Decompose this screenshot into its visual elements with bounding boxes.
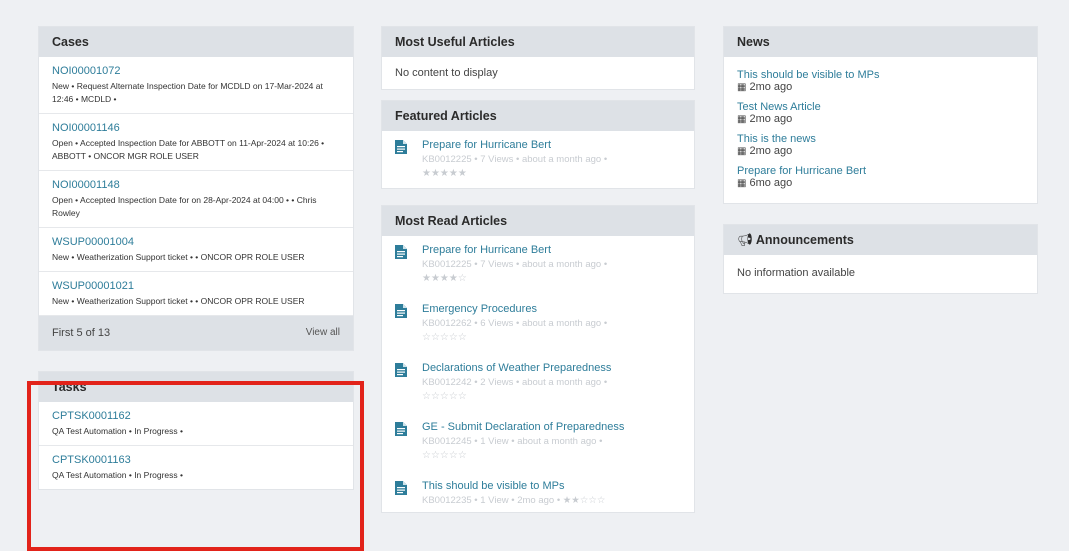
news-panel: News This should be visible to MPs ▦ 2mo …: [723, 26, 1038, 204]
article-title-link[interactable]: GE - Submit Declaration of Preparedness: [422, 421, 681, 433]
announcements-panel: 📢︎ Announcements No information availabl…: [723, 224, 1038, 294]
article-item[interactable]: Declarations of Weather Preparedness KB0…: [382, 348, 694, 407]
article-title-link[interactable]: This should be visible to MPs: [422, 480, 681, 492]
case-meta: New • Weatherization Support ticket • • …: [52, 252, 305, 262]
article-meta: KB0012235 • 1 View • 2mo ago • ★★☆☆☆: [422, 495, 606, 506]
article-item[interactable]: Emergency Procedures KB0012262 • 6 Views…: [382, 289, 694, 348]
news-item[interactable]: Prepare for Hurricane Bert ▦ 6mo ago: [724, 161, 1037, 193]
document-icon: [395, 304, 407, 318]
case-item[interactable]: NOI00001148 Open • Accepted Inspection D…: [39, 171, 353, 228]
news-item[interactable]: Test News Article ▦ 2mo ago: [724, 97, 1037, 129]
most-read-panel: Most Read Articles Prepare for Hurricane…: [381, 205, 695, 513]
article-item[interactable]: Prepare for Hurricane Bert KB0012225 • 7…: [382, 236, 694, 289]
tasks-header: Tasks: [39, 372, 353, 402]
left-column: Cases NOI00001072 New • Request Alternat…: [38, 26, 354, 500]
case-item[interactable]: WSUP00001021 New • Weatherization Suppor…: [39, 272, 353, 316]
cases-count: First 5 of 13: [52, 327, 111, 339]
news-title-link[interactable]: This is the news: [737, 133, 1024, 145]
calendar-icon: ▦: [737, 81, 747, 93]
article-meta: KB0012225 • 7 Views • about a month ago …: [422, 259, 608, 270]
view-all-link[interactable]: View all: [306, 316, 340, 350]
news-title-link[interactable]: Prepare for Hurricane Bert: [737, 165, 1024, 177]
news-title-link[interactable]: Test News Article: [737, 101, 1024, 113]
calendar-icon: ▦: [737, 177, 747, 189]
case-meta: New • Weatherization Support ticket • • …: [52, 296, 305, 306]
document-icon: [395, 481, 407, 495]
news-item[interactable]: This should be visible to MPs ▦ 2mo ago: [724, 65, 1037, 97]
case-meta: Open • Accepted Inspection Date for on 2…: [52, 195, 317, 218]
rating-stars: ★★★★☆: [422, 273, 467, 284]
article-meta: KB0012242 • 2 Views • about a month ago …: [422, 377, 608, 388]
article-title-link[interactable]: Prepare for Hurricane Bert: [422, 139, 681, 151]
portal-homepage: Cases NOI00001072 New • Request Alternat…: [0, 0, 1069, 551]
article-title-link[interactable]: Emergency Procedures: [422, 303, 681, 315]
article-item[interactable]: Prepare for Hurricane Bert KB0012225 • 7…: [382, 131, 694, 188]
rating-stars: ☆☆☆☆☆: [422, 391, 467, 402]
news-header: News: [724, 27, 1037, 57]
cases-footer: First 5 of 13 View all: [39, 316, 353, 350]
case-meta: New • Request Alternate Inspection Date …: [52, 81, 323, 104]
article-title-link[interactable]: Declarations of Weather Preparedness: [422, 362, 681, 374]
calendar-icon: ▦: [737, 113, 747, 125]
featured-header: Featured Articles: [382, 101, 694, 131]
most-useful-empty: No content to display: [395, 67, 498, 79]
middle-column: Most Useful Articles No content to displ…: [381, 26, 695, 523]
document-icon: [395, 422, 407, 436]
cases-header: Cases: [39, 27, 353, 57]
task-meta: QA Test Automation • In Progress •: [52, 470, 183, 480]
announcements-title: Announcements: [755, 233, 854, 247]
document-icon: [395, 363, 407, 377]
news-age-text: 6mo ago: [749, 177, 793, 189]
news-age-text: 2mo ago: [749, 81, 793, 93]
article-item[interactable]: This should be visible to MPs KB0012235 …: [382, 466, 694, 512]
news-title-link[interactable]: This should be visible to MPs: [737, 69, 1024, 81]
news-age-text: 2mo ago: [749, 145, 793, 157]
task-item[interactable]: CPTSK0001163 QA Test Automation • In Pro…: [39, 446, 353, 489]
cases-panel: Cases NOI00001072 New • Request Alternat…: [38, 26, 354, 351]
case-id-link[interactable]: NOI00001072: [52, 65, 340, 77]
case-id-link[interactable]: NOI00001146: [52, 122, 340, 134]
rating-stars: ☆☆☆☆☆: [422, 332, 467, 343]
calendar-icon: ▦: [737, 145, 747, 157]
article-meta: KB0012245 • 1 View • about a month ago •: [422, 436, 603, 447]
announcements-header: 📢︎ Announcements: [724, 225, 1037, 255]
announcements-empty: No information available: [737, 267, 856, 279]
article-title-link[interactable]: Prepare for Hurricane Bert: [422, 244, 681, 256]
case-id-link[interactable]: NOI00001148: [52, 179, 340, 191]
task-id-link[interactable]: CPTSK0001163: [52, 454, 340, 466]
news-age-text: 2mo ago: [749, 113, 793, 125]
news-age: ▦ 2mo ago: [737, 145, 1024, 157]
case-item[interactable]: NOI00001146 Open • Accepted Inspection D…: [39, 114, 353, 171]
news-age: ▦ 6mo ago: [737, 177, 1024, 189]
news-age: ▦ 2mo ago: [737, 81, 1024, 93]
case-item[interactable]: NOI00001072 New • Request Alternate Insp…: [39, 57, 353, 114]
right-column: News This should be visible to MPs ▦ 2mo …: [723, 26, 1038, 304]
most-read-header: Most Read Articles: [382, 206, 694, 236]
megaphone-icon: 📢︎: [737, 233, 753, 247]
rating-stars: ★★★★★: [422, 168, 467, 179]
case-id-link[interactable]: WSUP00001004: [52, 236, 340, 248]
article-item[interactable]: GE - Submit Declaration of Preparedness …: [382, 407, 694, 466]
article-meta: KB0012262 • 6 Views • about a month ago …: [422, 318, 608, 329]
rating-stars: ☆☆☆☆☆: [422, 450, 467, 461]
document-icon: [395, 140, 407, 154]
case-item[interactable]: WSUP00001004 New • Weatherization Suppor…: [39, 228, 353, 272]
task-item[interactable]: CPTSK0001162 QA Test Automation • In Pro…: [39, 402, 353, 446]
news-item[interactable]: This is the news ▦ 2mo ago: [724, 129, 1037, 161]
most-useful-header: Most Useful Articles: [382, 27, 694, 57]
most-useful-panel: Most Useful Articles No content to displ…: [381, 26, 695, 90]
task-id-link[interactable]: CPTSK0001162: [52, 410, 340, 422]
news-age: ▦ 2mo ago: [737, 113, 1024, 125]
article-meta: KB0012225 • 7 Views • about a month ago …: [422, 154, 608, 165]
tasks-panel: Tasks CPTSK0001162 QA Test Automation • …: [38, 371, 354, 490]
featured-panel: Featured Articles Prepare for Hurricane …: [381, 100, 695, 189]
case-meta: Open • Accepted Inspection Date for ABBO…: [52, 138, 325, 161]
document-icon: [395, 245, 407, 259]
task-meta: QA Test Automation • In Progress •: [52, 426, 183, 436]
case-id-link[interactable]: WSUP00001021: [52, 280, 340, 292]
